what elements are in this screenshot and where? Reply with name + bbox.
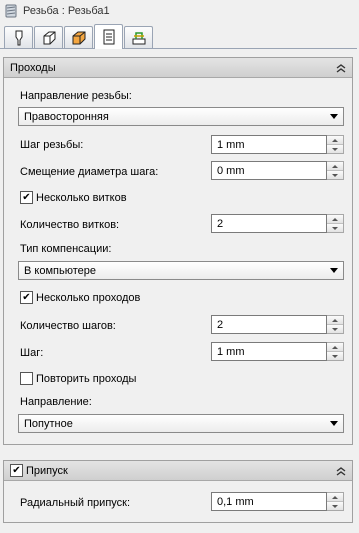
multiple-starts-checkbox[interactable]: ✔ Несколько витков xyxy=(20,191,127,204)
passes-group-header[interactable]: Проходы xyxy=(4,58,352,78)
compensation-label: Тип компенсации: xyxy=(20,243,112,255)
pitch-offset-field[interactable]: 0 mm xyxy=(211,161,327,180)
chevron-down-icon xyxy=(330,421,338,426)
pitch-offset-spin-buttons[interactable] xyxy=(327,161,344,180)
steps-count-field[interactable]: 2 xyxy=(211,315,327,334)
compensation-value: В компьютере xyxy=(24,264,96,277)
direction-label: Направление: xyxy=(20,396,92,408)
steps-count-spinbox[interactable]: 2 xyxy=(211,315,344,334)
multiple-passes-label: Несколько проходов xyxy=(36,291,141,304)
spin-up-icon[interactable] xyxy=(327,136,343,144)
multiple-passes-checkbox[interactable]: ✔ Несколько проходов xyxy=(20,291,140,304)
pitch-spinbox[interactable]: 1 mm xyxy=(211,135,344,154)
collapse-icon[interactable] xyxy=(334,464,348,478)
spin-up-icon[interactable] xyxy=(327,343,343,351)
thread-direction-label: Направление резьбы: xyxy=(20,90,132,102)
multiple-starts-label: Несколько витков xyxy=(36,191,127,204)
spin-down-icon[interactable] xyxy=(327,170,343,179)
radial-stock-spin-buttons[interactable] xyxy=(327,492,344,511)
repeat-passes-checkbox[interactable]: Повторить проходы xyxy=(20,372,136,385)
step-field[interactable]: 1 mm xyxy=(211,342,327,361)
spin-up-icon[interactable] xyxy=(327,215,343,223)
spin-up-icon[interactable] xyxy=(327,316,343,324)
pitch-offset-label: Смещение диаметра шага: xyxy=(20,166,159,178)
title-bar: Резьба : Резьба1 xyxy=(0,0,359,22)
pitch-label: Шаг резьбы: xyxy=(20,139,84,151)
passes-group-title: Проходы xyxy=(10,61,56,74)
direction-value: Попутное xyxy=(24,417,73,430)
cube-outline-icon xyxy=(43,31,55,45)
checkmark-icon[interactable]: ✔ xyxy=(10,464,23,477)
thread-direction-value: Правосторонняя xyxy=(24,110,109,123)
starts-count-field[interactable]: 2 xyxy=(211,214,327,233)
orange-block-icon xyxy=(72,31,85,45)
tab-tool[interactable] xyxy=(4,26,33,49)
thread-direction-dropdown[interactable]: Правосторонняя xyxy=(18,107,344,126)
stock-group-header[interactable]: ✔ Припуск xyxy=(4,461,352,481)
pitch-spin-buttons[interactable] xyxy=(327,135,344,154)
step-spinbox[interactable]: 1 mm xyxy=(211,342,344,361)
starts-count-label: Количество витков: xyxy=(20,219,120,231)
step-label: Шаг: xyxy=(20,347,44,359)
operation-parameters-icon xyxy=(103,29,114,45)
radial-stock-spinbox[interactable]: 0,1 mm xyxy=(211,492,344,511)
starts-count-spinbox[interactable]: 2 xyxy=(211,214,344,233)
linking-icon xyxy=(132,32,145,45)
spin-down-icon[interactable] xyxy=(327,144,343,153)
steps-count-label: Количество шагов: xyxy=(20,320,116,332)
stock-group-title: Припуск xyxy=(26,464,68,477)
step-spin-buttons[interactable] xyxy=(327,342,344,361)
passes-group: Проходы Направление резьбы: Правосторонн… xyxy=(3,57,353,445)
chevron-down-icon xyxy=(330,114,338,119)
spin-down-icon[interactable] xyxy=(327,324,343,333)
spin-down-icon[interactable] xyxy=(327,351,343,360)
repeat-passes-label: Повторить проходы xyxy=(36,372,137,385)
tab-linking[interactable] xyxy=(124,26,153,49)
checkmark-icon[interactable]: ✔ xyxy=(20,291,33,304)
checkmark-icon[interactable]: ✔ xyxy=(20,191,33,204)
spin-up-icon[interactable] xyxy=(327,493,343,501)
starts-count-spin-buttons[interactable] xyxy=(327,214,344,233)
pitch-field[interactable]: 1 mm xyxy=(211,135,327,154)
tab-strip xyxy=(4,24,154,49)
window-title: Резьба : Резьба1 xyxy=(23,5,110,17)
tab-parameters[interactable] xyxy=(94,24,123,49)
stock-group: ✔ Припуск Радиальный припуск: 0,1 mm xyxy=(3,460,353,523)
compensation-dropdown[interactable]: В компьютере xyxy=(18,261,344,280)
spin-up-icon[interactable] xyxy=(327,162,343,170)
tab-stock[interactable] xyxy=(64,26,93,49)
chevron-down-icon xyxy=(330,268,338,273)
checkbox-empty-icon[interactable] xyxy=(20,372,33,385)
direction-dropdown[interactable]: Попутное xyxy=(18,414,344,433)
collapse-icon[interactable] xyxy=(334,61,348,75)
radial-stock-label: Радиальный припуск: xyxy=(20,497,131,509)
spin-down-icon[interactable] xyxy=(327,223,343,232)
pitch-offset-spinbox[interactable]: 0 mm xyxy=(211,161,344,180)
thread-operation-icon xyxy=(5,4,17,18)
tool-icon xyxy=(15,30,22,46)
steps-count-spin-buttons[interactable] xyxy=(327,315,344,334)
spin-down-icon[interactable] xyxy=(327,501,343,510)
radial-stock-field[interactable]: 0,1 mm xyxy=(211,492,327,511)
tab-geometry[interactable] xyxy=(34,26,63,49)
